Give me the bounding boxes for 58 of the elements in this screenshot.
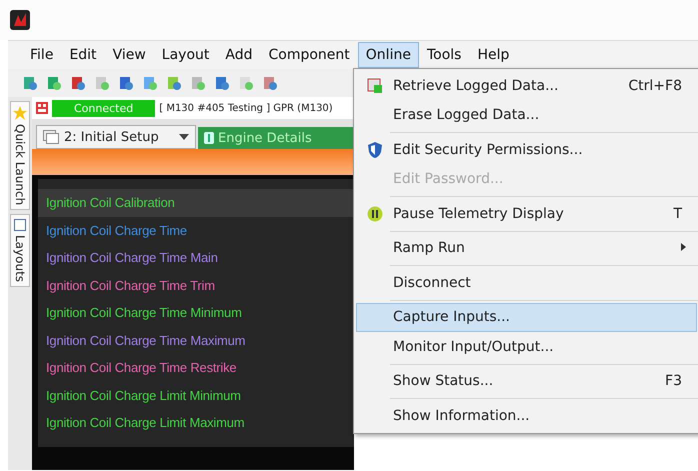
channel-name[interactable]: Ignition Coil Charge Time Restrike	[38, 354, 354, 382]
app-logo	[10, 10, 30, 30]
pages-icon	[43, 130, 59, 144]
connection-status: Connected	[52, 100, 156, 116]
caret-icon	[179, 134, 189, 140]
toolbar-icon[interactable]	[214, 75, 230, 91]
info-icon	[204, 132, 214, 144]
pause-icon	[367, 206, 383, 222]
workbook-dropdown[interactable]: 2: Initial Setup	[36, 125, 196, 149]
device-label: [ M130 #405 Testing ] GPR (M130)	[159, 102, 333, 114]
toolbar-icon[interactable]	[46, 75, 62, 91]
menu-option[interactable]: Monitor Input/Output...	[356, 332, 697, 362]
channel-name[interactable]: Ignition Coil Charge Limit Maximum	[38, 409, 354, 436]
menu-item[interactable]: Add	[217, 42, 260, 68]
toolbar-icon[interactable]	[118, 75, 134, 91]
side-tab-label: Quick Launch	[13, 124, 27, 206]
menu-item[interactable]: Edit	[61, 42, 105, 68]
menu-item[interactable]: Tools	[418, 42, 470, 68]
menu-item[interactable]: Component	[260, 42, 358, 68]
window-icon	[14, 219, 26, 232]
device-icon	[36, 102, 48, 114]
data-icon	[367, 78, 383, 94]
channel-name[interactable]: Ignition Coil Charge Limit Minimum	[38, 382, 354, 409]
side-tab[interactable]: Layouts	[10, 214, 30, 288]
channel-name[interactable]: Ignition Coil Charge Time Trim	[38, 272, 354, 299]
workbook-value: 2: Initial Setup	[64, 130, 160, 144]
channel-name[interactable]: Ignition Coil Charge Time Minimum	[38, 299, 354, 326]
menu-option[interactable]: Show Information...	[356, 401, 697, 430]
toolbar-icon[interactable]	[166, 75, 182, 91]
shortcut-label: Ctrl+F8	[628, 78, 683, 94]
menu-option[interactable]: Retrieve Logged Data... Ctrl+F8	[356, 71, 697, 100]
menu-option[interactable]: Erase Logged Data...	[356, 100, 697, 130]
menu-option[interactable]: Pause Telemetry Display T	[356, 199, 697, 228]
submenu-arrow-icon	[681, 242, 686, 251]
toolbar-icon[interactable]	[22, 75, 38, 91]
menu-option[interactable]: Ramp Run	[356, 234, 697, 263]
toolbar-icon[interactable]	[142, 75, 158, 91]
side-tab[interactable]: Quick Launch	[10, 101, 30, 210]
side-tab-label: Layouts	[13, 235, 27, 282]
menu-option[interactable]: Capture Inputs...	[356, 302, 697, 332]
channel-name[interactable]: Ignition Coil Charge Time Maximum	[38, 326, 354, 354]
menu-option[interactable]: Edit Security Permissions...	[356, 135, 697, 164]
channel-name[interactable]: Ignition Coil Calibration	[38, 189, 354, 216]
shield-icon	[367, 140, 383, 159]
menu-option[interactable]: Show Status... F3	[356, 366, 697, 396]
shortcut-label: F3	[665, 373, 683, 390]
menu-item[interactable]: Layout	[154, 42, 218, 68]
channel-name[interactable]: Ignition Coil Charge Time	[38, 216, 354, 244]
shortcut-label: T	[673, 206, 684, 222]
menu-item[interactable]: Online	[358, 42, 419, 68]
star-icon	[13, 106, 27, 120]
menu-option[interactable]: Disconnect	[356, 268, 697, 298]
menu-item[interactable]: Help	[469, 42, 518, 68]
menu-item[interactable]: File	[22, 42, 62, 68]
toolbar-icon[interactable]	[70, 75, 86, 91]
menu-item[interactable]: View	[104, 42, 154, 68]
channel-name[interactable]: Ignition Coil Charge Time Main	[38, 244, 354, 272]
toolbar-icon[interactable]	[262, 75, 278, 91]
